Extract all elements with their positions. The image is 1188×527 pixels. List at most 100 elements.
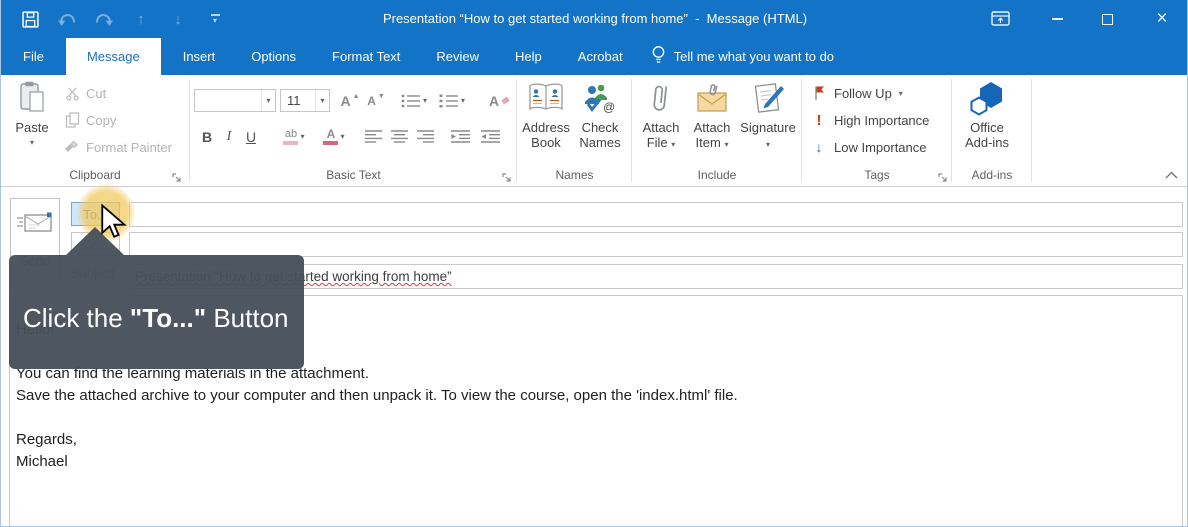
copy-icon	[63, 111, 81, 129]
tooltip-text: Click the "To..." Button	[23, 303, 289, 333]
attach-file-dropdown-icon: ▾	[671, 140, 676, 149]
attach-file-icon	[652, 79, 670, 117]
bold-button[interactable]: B	[197, 125, 217, 148]
include-group-label: Include	[697, 168, 737, 182]
minimize-icon[interactable]	[1042, 0, 1072, 38]
paste-label: Paste	[15, 120, 49, 135]
increase-indent-button[interactable]	[477, 125, 503, 148]
address-book-button[interactable]: Address Book	[521, 79, 571, 169]
font-size-dropdown-icon[interactable]: ▾	[315, 90, 329, 111]
body-line: Save the attached archive to your comput…	[16, 387, 738, 404]
align-center-button[interactable]	[387, 125, 411, 148]
align-left-button[interactable]	[361, 125, 385, 148]
address-book-icon	[528, 79, 564, 117]
tab-review[interactable]: Review	[422, 38, 493, 75]
low-importance-button[interactable]: ↓ Low Importance	[811, 139, 927, 155]
font-color-button[interactable]: A ▾	[317, 125, 351, 148]
signature-dropdown-icon: ▾	[765, 140, 770, 149]
ribbon: Paste ▾ Cut Copy Format Painter Clipboar…	[1, 75, 1187, 187]
title-bar: ↑ ↓ ▾ Presentation “How to get started w…	[1, 0, 1187, 38]
maximize-icon[interactable]	[1092, 0, 1122, 38]
group-divider	[1031, 79, 1032, 182]
font-size-value: 11	[287, 93, 301, 108]
font-name-dropdown-icon[interactable]: ▾	[261, 90, 275, 111]
attach-item-button[interactable]: Attach Item ▾	[689, 79, 735, 169]
format-painter-button[interactable]: Format Painter	[63, 138, 172, 156]
cut-label: Cut	[86, 85, 107, 101]
office-addins-button[interactable]: Office Add-ins	[955, 79, 1019, 169]
follow-up-flag-icon	[811, 85, 827, 101]
ribbon-tab-bar: File Message Insert Options Format Text …	[1, 38, 1187, 75]
tell-me-box[interactable]: Tell me what you want to do	[651, 38, 834, 75]
shrink-font-button[interactable]: A ▼	[364, 89, 388, 112]
cc-input[interactable]	[129, 232, 1183, 257]
tab-acrobat[interactable]: Acrobat	[564, 38, 637, 75]
follow-up-dropdown-icon: ▾	[898, 88, 903, 98]
paste-button[interactable]: Paste ▾	[9, 79, 55, 169]
mouse-cursor-icon	[101, 203, 129, 245]
numbering-button[interactable]: ▾	[435, 89, 469, 112]
tab-message[interactable]: Message	[65, 38, 161, 75]
high-importance-button[interactable]: ! High Importance	[811, 112, 930, 129]
tab-file[interactable]: File	[9, 38, 58, 75]
clear-formatting-button[interactable]: A	[487, 89, 513, 112]
office-addins-icon	[969, 79, 1005, 117]
text-highlight-button[interactable]: ab ▾	[275, 125, 313, 148]
attach-file-button[interactable]: Attach File ▾	[638, 79, 684, 169]
follow-up-label: Follow Up	[834, 85, 892, 101]
tab-format-text[interactable]: Format Text	[318, 38, 414, 75]
body-line	[16, 407, 1174, 429]
group-divider	[516, 79, 517, 182]
follow-up-button[interactable]: Follow Up ▾	[811, 85, 903, 101]
group-divider	[631, 79, 632, 182]
outlook-message-window: ↑ ↓ ▾ Presentation “How to get started w…	[0, 0, 1188, 527]
format-painter-label: Format Painter	[86, 139, 172, 155]
align-right-button[interactable]	[413, 125, 437, 148]
signature-button[interactable]: Signature ▾	[739, 79, 797, 169]
tab-options[interactable]: Options	[237, 38, 310, 75]
tab-help[interactable]: Help	[501, 38, 556, 75]
undo-icon[interactable]	[58, 9, 76, 29]
quick-access-toolbar: ↑ ↓ ▾	[21, 0, 224, 38]
grow-font-button[interactable]: A ▲	[338, 89, 362, 112]
font-name-combobox[interactable]: ▾	[194, 89, 276, 112]
body-line: Michael	[16, 453, 68, 470]
redo-icon[interactable]	[95, 9, 113, 29]
ribbon-display-options-icon[interactable]	[985, 0, 1015, 38]
low-importance-label: Low Importance	[834, 139, 927, 155]
collapse-ribbon-icon[interactable]	[1163, 170, 1179, 180]
signature-icon	[751, 79, 785, 117]
attach-item-icon	[695, 79, 729, 117]
bullets-dropdown-icon: ▾	[422, 96, 427, 105]
font-color-dropdown-icon: ▾	[340, 132, 345, 141]
save-icon[interactable]	[21, 9, 39, 29]
body-line: Regards,	[16, 431, 77, 448]
italic-button[interactable]: I	[221, 125, 237, 148]
numbering-dropdown-icon: ▾	[460, 96, 465, 105]
tab-insert[interactable]: Insert	[169, 38, 230, 75]
cut-button[interactable]: Cut	[63, 84, 106, 102]
copy-button[interactable]: Copy	[63, 111, 116, 129]
lightbulb-icon	[651, 45, 666, 68]
basic-text-group-label: Basic Text	[326, 168, 381, 182]
clipboard-dialog-launcher-icon[interactable]	[171, 170, 182, 182]
bullets-button[interactable]: ▾	[397, 89, 431, 112]
svg-text:@: @	[603, 100, 615, 113]
copy-label: Copy	[86, 112, 117, 128]
close-icon[interactable]: ×	[1147, 0, 1177, 38]
check-names-button[interactable]: @ Check Names	[573, 79, 627, 169]
basic-text-dialog-launcher-icon[interactable]	[501, 170, 512, 182]
move-up-icon[interactable]: ↑	[132, 9, 150, 29]
customize-quick-access-icon[interactable]: ▾	[206, 9, 224, 29]
decrease-indent-button[interactable]	[447, 125, 473, 148]
clipboard-group-label: Clipboard	[69, 168, 121, 182]
tags-dialog-launcher-icon[interactable]	[937, 170, 948, 182]
paste-dropdown-icon: ▾	[29, 138, 34, 147]
format-painter-icon	[63, 138, 81, 156]
to-input[interactable]	[129, 202, 1183, 227]
underline-button[interactable]: U	[241, 125, 261, 148]
check-names-icon: @	[584, 79, 616, 117]
group-divider	[189, 79, 190, 182]
move-down-icon[interactable]: ↓	[169, 9, 187, 29]
font-size-combobox[interactable]: 11 ▾	[280, 89, 330, 112]
